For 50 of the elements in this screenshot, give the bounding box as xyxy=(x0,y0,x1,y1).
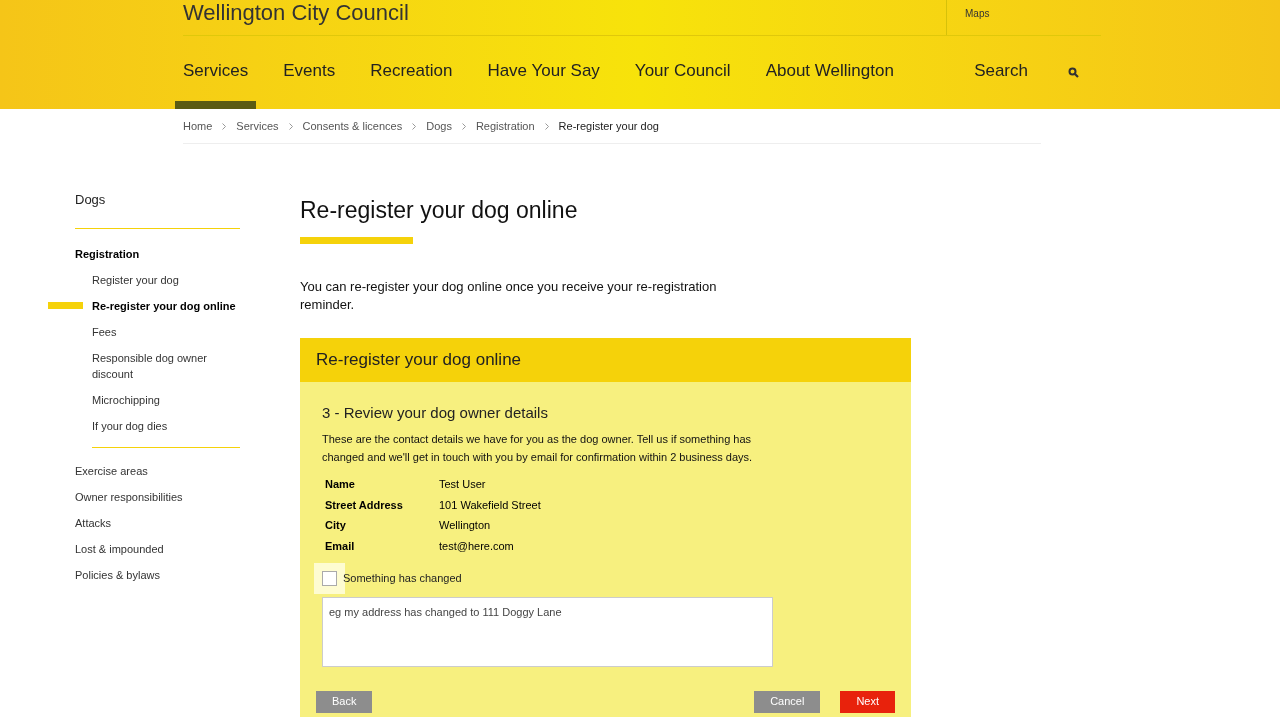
step-description: These are the contact details we have for you as the dog owner. Tell us if something has changed and we'll get in touch with you by email for confirmation within 2 business days. xyxy=(322,432,754,465)
form-header: Re-register your dog online xyxy=(300,337,911,382)
chevron-icon xyxy=(288,122,293,130)
nav-tab[interactable]: About Wellington xyxy=(757,41,902,109)
page-title: Re-register your dog online xyxy=(300,196,579,225)
next-button[interactable]: Next xyxy=(840,690,895,713)
breadcrumb-link[interactable]: Registration xyxy=(475,117,535,135)
step-title: 3 - Review your dog owner details xyxy=(322,402,549,423)
sidebar-link[interactable]: Attacks xyxy=(75,509,112,536)
details-field[interactable]: eg my address has changed to 111 Doggy Lane xyxy=(322,596,773,667)
breadcrumb-link[interactable]: Dogs xyxy=(426,117,452,135)
sidebar-link[interactable]: Registration xyxy=(75,240,140,267)
intro-text: You can re-register your dog online once you receive your re-registration reminder. xyxy=(300,277,718,314)
search-link[interactable]: Search xyxy=(974,57,1028,109)
detail-value: 101 Wakefield Street xyxy=(439,497,542,513)
sidebar-link[interactable]: Policies & bylaws xyxy=(75,561,160,588)
detail-label: Name xyxy=(325,477,356,492)
nav-tab[interactable]: Your Council xyxy=(626,41,739,109)
chevron-icon xyxy=(544,122,549,130)
sidebar-link[interactable]: Owner responsibilities xyxy=(75,483,183,510)
current-page-label: Re-register your dog xyxy=(558,118,659,134)
search-icon[interactable] xyxy=(1068,67,1079,78)
nav-tab[interactable]: Services xyxy=(175,41,257,109)
nav-tab[interactable]: Events xyxy=(275,41,344,109)
chevron-icon xyxy=(412,122,417,130)
sidebar-link[interactable]: Fees xyxy=(75,318,117,345)
detail-label: Email xyxy=(325,538,356,554)
sidebar-link[interactable]: Exercise areas xyxy=(75,457,148,484)
utility-link[interactable]: Maps xyxy=(965,6,1101,21)
detail-label: Street Address xyxy=(325,497,404,513)
breadcrumb-link[interactable]: Home xyxy=(183,117,213,135)
sidebar-link[interactable]: Microchipping xyxy=(75,386,160,413)
detail-label: City xyxy=(325,518,347,533)
chevron-icon xyxy=(461,122,466,130)
sidebar-link[interactable]: Lost & impounded xyxy=(75,535,164,562)
sidebar-link[interactable]: If your dog dies xyxy=(75,412,168,439)
nav-tab[interactable]: Have Your Say xyxy=(479,41,608,109)
nav-tab[interactable]: Recreation xyxy=(362,41,461,109)
sidebar-title: Dogs xyxy=(75,191,107,209)
breadcrumb-link[interactable]: Consents & licences xyxy=(302,117,403,135)
detail-value: Test User xyxy=(439,477,487,492)
detail-value: Wellington xyxy=(439,518,492,533)
sidebar-link[interactable]: Re-register your dog online xyxy=(75,292,236,319)
site-title[interactable]: Wellington City Council xyxy=(183,0,946,35)
breadcrumb-link[interactable]: Services xyxy=(236,117,279,135)
sidebar-link[interactable]: Register your dog xyxy=(75,266,179,293)
checkbox-label: Something has changed xyxy=(343,571,462,586)
sidebar-link[interactable]: Responsible dog owner discount xyxy=(75,344,225,387)
detail-value: test@here.com xyxy=(439,538,515,554)
chevron-icon xyxy=(222,122,227,130)
